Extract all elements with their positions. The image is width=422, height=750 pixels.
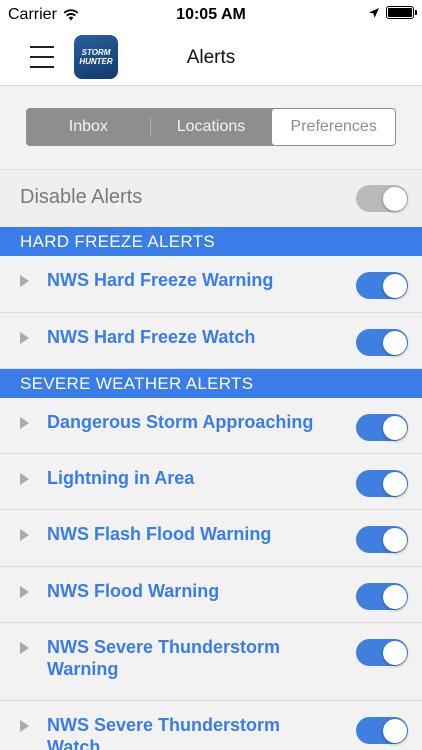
disable-alerts-toggle[interactable]: [356, 185, 408, 212]
alert-label: NWS Severe Thunderstorm Watch: [47, 715, 281, 750]
alert-label: Lightning in Area: [47, 468, 195, 488]
alert-label: NWS Flash Flood Warning: [47, 524, 272, 544]
alert-toggle[interactable]: [356, 329, 408, 356]
tab-inbox[interactable]: Inbox: [27, 109, 150, 145]
alert-toggle[interactable]: [356, 470, 408, 497]
alert-label: NWS Flood Warning: [47, 581, 220, 601]
alert-row[interactable]: NWS Flash Flood Warning: [0, 510, 422, 567]
page-title: Alerts: [186, 47, 236, 68]
alert-row[interactable]: Lightning in Area: [0, 454, 422, 510]
alerts-segmented-control: Inbox Locations Preferences: [26, 108, 396, 146]
alert-row[interactable]: Dangerous Storm Approaching: [0, 398, 422, 454]
alert-toggle[interactable]: [356, 414, 408, 441]
disclosure-triangle-icon: [20, 332, 29, 344]
alert-row[interactable]: NWS Severe Thunderstorm Warning: [0, 623, 422, 701]
alert-row[interactable]: NWS Hard Freeze Warning: [0, 256, 422, 313]
alert-row[interactable]: NWS Flood Warning: [0, 567, 422, 623]
alert-label: Dangerous Storm Approaching: [47, 412, 314, 432]
section-header-hard-freeze: HARD FREEZE ALERTS: [0, 227, 422, 256]
disclosure-triangle-icon: [20, 275, 29, 287]
battery-icon: [386, 6, 417, 19]
disable-alerts-label: Disable Alerts: [20, 186, 143, 208]
location-arrow-icon: [369, 7, 379, 18]
disable-alerts-row: Disable Alerts: [0, 170, 422, 227]
status-right: [368, 6, 417, 19]
status-time: 10:05 AM: [176, 6, 246, 23]
disclosure-triangle-icon: [20, 529, 29, 541]
tab-preferences[interactable]: Preferences: [272, 109, 396, 145]
segment-area: Inbox Locations Preferences: [0, 86, 422, 170]
tab-locations[interactable]: Locations: [149, 109, 273, 145]
nav-bar: STORM HUNTER Alerts: [0, 30, 422, 86]
disclosure-triangle-icon: [20, 720, 29, 732]
alert-toggle[interactable]: [356, 526, 408, 553]
section-header-severe-weather: SEVERE WEATHER ALERTS: [0, 369, 422, 398]
alert-toggle[interactable]: [356, 639, 408, 666]
alert-row[interactable]: NWS Severe Thunderstorm Watch: [0, 701, 422, 750]
alert-label: NWS Hard Freeze Warning: [47, 270, 274, 290]
disclosure-triangle-icon: [20, 473, 29, 485]
alert-label: NWS Severe Thunderstorm Warning: [47, 637, 281, 679]
alert-label: NWS Hard Freeze Watch: [47, 327, 256, 347]
disclosure-triangle-icon: [20, 586, 29, 598]
status-bar: Carrier 10:05 AM: [0, 0, 422, 30]
alert-toggle[interactable]: [356, 583, 408, 610]
alert-toggle[interactable]: [356, 717, 408, 744]
disclosure-triangle-icon: [20, 417, 29, 429]
alert-toggle[interactable]: [356, 272, 408, 299]
disclosure-triangle-icon: [20, 642, 29, 654]
alert-row[interactable]: NWS Hard Freeze Watch: [0, 313, 422, 369]
